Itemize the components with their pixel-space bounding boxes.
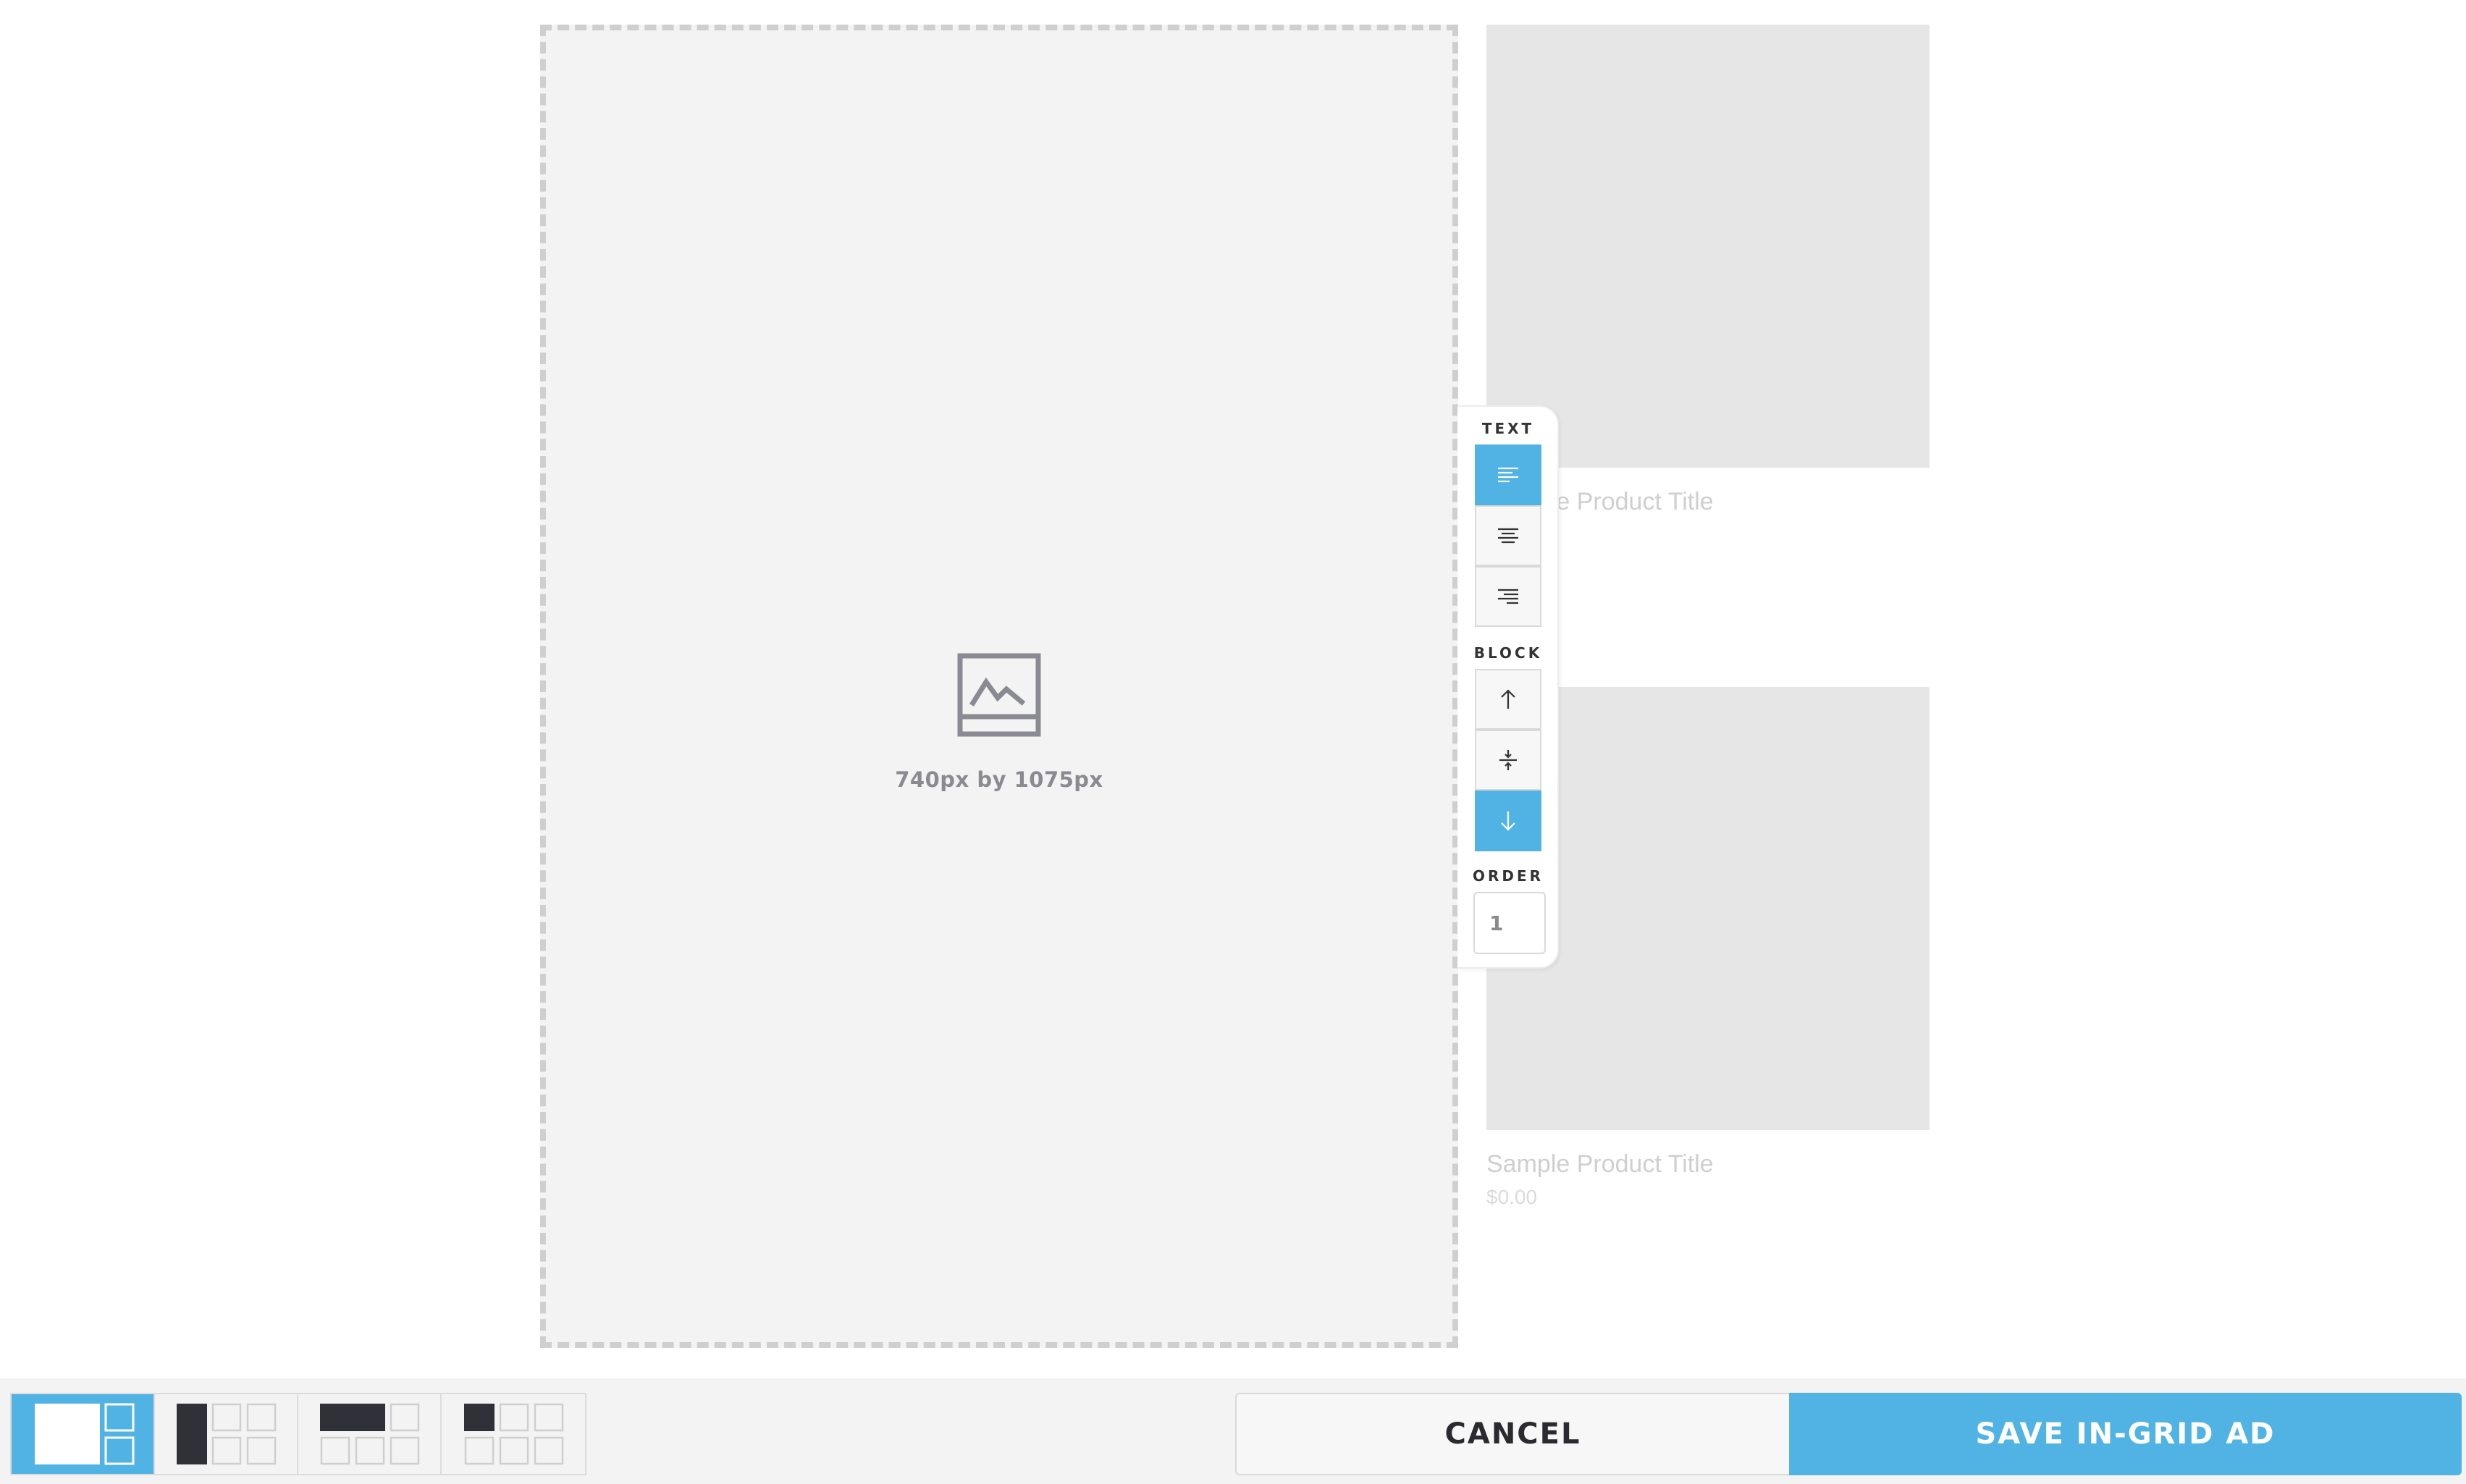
order-label: ORDER [1472, 867, 1544, 885]
product-image [1486, 25, 1930, 468]
block-align-top-button[interactable] [1475, 669, 1541, 730]
layout-option-ad-single[interactable] [442, 1394, 585, 1474]
block-align-label: BLOCK [1473, 644, 1543, 662]
text-align-label: TEXT [1481, 420, 1535, 437]
arrow-down-icon [1501, 811, 1515, 831]
ad-placeholder: 740px by 1075px [546, 653, 1452, 792]
ingrid-ad-editor: 740px by 1075px Sample Product Title Sam… [0, 0, 2466, 1484]
save-in-grid-ad-button[interactable]: SAVE IN-GRID AD [1789, 1393, 2462, 1475]
layout-option-ad-wide[interactable] [298, 1394, 442, 1474]
text-align-center-button[interactable] [1475, 505, 1541, 566]
align-left-icon [1498, 467, 1518, 483]
layout-option-ad-tall[interactable] [155, 1394, 298, 1474]
align-right-icon [1498, 589, 1518, 604]
layout-ad-single-icon [464, 1403, 564, 1465]
arrow-up-icon [1501, 689, 1515, 709]
layout-option-ad-2x2[interactable] [12, 1394, 155, 1474]
layout-ad-2x2-icon [35, 1403, 135, 1465]
text-align-right-button[interactable] [1475, 566, 1541, 627]
bottom-toolbar: CANCEL SAVE IN-GRID AD [0, 1378, 2466, 1484]
text-align-left-button[interactable] [1475, 444, 1541, 505]
vertical-center-icon [1499, 750, 1517, 770]
layout-options [10, 1393, 586, 1475]
layout-ad-tall-icon [177, 1403, 277, 1465]
block-align-middle-button[interactable] [1475, 730, 1541, 791]
image-placeholder-icon [957, 653, 1041, 737]
layout-ad-wide-icon [320, 1403, 420, 1465]
alignment-panel: TEXT BLOCK ORDER 1 [1457, 405, 1559, 969]
ad-size-label: 740px by 1075px [895, 767, 1103, 792]
order-input[interactable] [1473, 892, 1546, 954]
block-align-bottom-button[interactable] [1475, 791, 1541, 851]
ad-drop-zone[interactable]: 740px by 1075px [540, 25, 1458, 1348]
product-title: Sample Product Title [1486, 1150, 1714, 1178]
align-center-icon [1498, 528, 1518, 544]
product-price: $0.00 [1486, 1186, 1538, 1208]
cancel-button[interactable]: CANCEL [1235, 1393, 1789, 1475]
